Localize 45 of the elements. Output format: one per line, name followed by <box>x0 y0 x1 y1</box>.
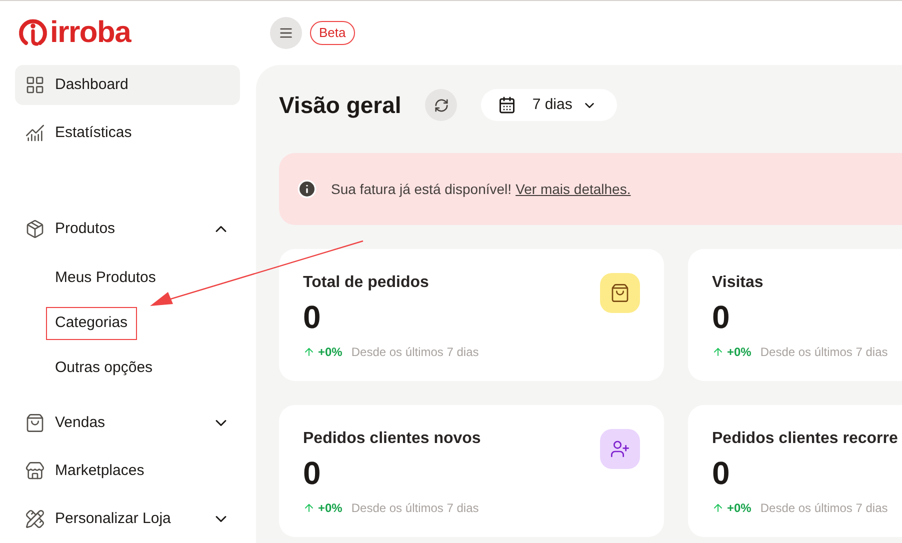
alert-text: Sua fatura já está disponível! <box>331 180 512 199</box>
card-title: Total de pedidos <box>303 273 429 293</box>
menu-icon <box>279 26 293 40</box>
sidebar-toggle-button[interactable] <box>270 17 302 49</box>
period-dropdown[interactable]: 7 dias <box>481 89 618 121</box>
store-icon <box>25 461 45 481</box>
refresh-icon <box>434 98 449 112</box>
submenu-item[interactable]: Outras opções <box>46 352 162 385</box>
box-icon <box>25 219 45 239</box>
change-note: Desde os últimos 7 dias <box>760 344 888 361</box>
submenu-item[interactable]: Categorias <box>46 307 137 340</box>
arrow-up-icon <box>303 346 315 358</box>
info-icon <box>297 179 317 199</box>
arrow-up-icon <box>303 502 315 514</box>
arrow-up-icon <box>712 346 724 358</box>
card-title: Pedidos clientes recorre <box>712 429 898 449</box>
change-value: +0% <box>318 500 342 517</box>
change-note: Desde os últimos 7 dias <box>760 500 888 517</box>
page-title: Visão geral <box>279 90 402 120</box>
card-value: 0 <box>303 454 322 493</box>
refresh-button[interactable] <box>425 89 458 121</box>
bag-icon <box>25 413 45 433</box>
calendar-icon <box>498 96 516 114</box>
card-title: Visitas <box>712 273 764 293</box>
grid-icon <box>25 75 45 95</box>
arrow-up-icon <box>712 502 724 514</box>
change-note: Desde os últimos 7 dias <box>351 500 479 517</box>
card-title: Pedidos clientes novos <box>303 429 481 449</box>
details-link[interactable]: Ver mais detalhes. <box>516 178 631 200</box>
change-value: +0% <box>727 344 752 361</box>
user-plus-icon <box>610 439 630 459</box>
card-value: 0 <box>712 298 731 337</box>
submenu-item[interactable]: Meus Produtos <box>46 262 165 295</box>
sidebar-item[interactable]: Dashboard <box>15 65 240 105</box>
beta-badge: Beta <box>310 21 355 45</box>
chart-icon <box>25 123 45 143</box>
card-value: 0 <box>712 454 731 493</box>
change-value: +0% <box>727 500 752 517</box>
card-value: 0 <box>303 298 322 337</box>
change-value: +0% <box>318 344 342 361</box>
pencil-ruler-icon <box>25 509 45 529</box>
change-note: Desde os últimos 7 dias <box>351 344 479 361</box>
logo-mark-icon <box>18 18 48 48</box>
bag-icon <box>610 283 630 303</box>
brand-logo[interactable]: irroba <box>18 18 131 48</box>
